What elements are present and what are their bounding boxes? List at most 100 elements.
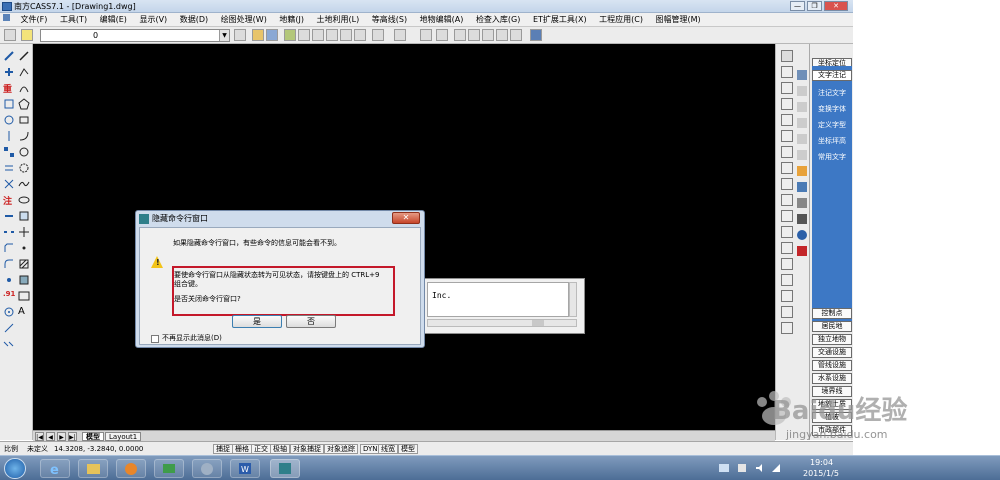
info-icon[interactable] <box>797 230 807 240</box>
clock-date[interactable]: 2015/1/5 <box>803 469 839 478</box>
menu-contour[interactable]: 等高线(S) <box>367 13 412 27</box>
layer-dropdown[interactable]: 0 ▼ <box>40 29 230 42</box>
move-icon[interactable] <box>3 66 15 78</box>
edit-tool-icon[interactable] <box>797 214 807 224</box>
menu-sheet-mgmt[interactable]: 图幅管理(M) <box>651 13 706 27</box>
panel-control-point[interactable]: 控制点 <box>812 308 852 319</box>
panel-residential[interactable]: 居民地 <box>812 321 852 332</box>
arc-select-icon[interactable] <box>781 210 793 222</box>
revcloud-icon[interactable] <box>18 162 30 174</box>
hatch-icon[interactable] <box>18 258 30 270</box>
draw-icon[interactable] <box>454 29 466 41</box>
slash-icon[interactable] <box>781 242 793 254</box>
menu-et-tools[interactable]: ET扩展工具(X) <box>528 13 592 27</box>
panel-independent[interactable]: 独立地物 <box>812 334 852 345</box>
zoom-icon[interactable] <box>797 102 807 112</box>
tray-signal-icon[interactable] <box>770 462 782 474</box>
target-icon[interactable] <box>3 306 15 318</box>
save-icon[interactable] <box>266 29 278 41</box>
toggle-grid[interactable]: 栅格 <box>232 444 252 454</box>
panel-link-annotate-text[interactable]: 注记文字 <box>812 88 852 98</box>
rect-select-icon[interactable] <box>781 258 793 270</box>
arc2-icon[interactable] <box>18 130 30 142</box>
explorer-taskbar-icon[interactable] <box>78 459 108 478</box>
edit-icon[interactable] <box>781 50 793 62</box>
grid-icon[interactable] <box>797 182 807 192</box>
tray-network-icon[interactable] <box>718 462 730 474</box>
wave-tool-icon[interactable] <box>797 198 807 208</box>
zoom3-icon[interactable] <box>797 134 807 144</box>
yes-button[interactable]: 是 <box>232 315 282 328</box>
region-icon[interactable] <box>18 274 30 286</box>
cass-taskbar-icon[interactable] <box>270 459 300 478</box>
snap-icon[interactable] <box>3 50 15 62</box>
measure-line-icon[interactable] <box>3 322 15 334</box>
prev-tab-icon[interactable]: ◀ <box>46 432 55 441</box>
toggle-ortho[interactable]: 正交 <box>251 444 271 454</box>
start-button[interactable] <box>4 458 26 479</box>
zoom2-icon[interactable] <box>797 118 807 128</box>
spline-icon[interactable] <box>18 178 30 190</box>
arc-icon[interactable] <box>18 82 30 94</box>
panel-text-annotation[interactable]: 文字注记 <box>812 70 852 81</box>
toggle-model[interactable]: 模型 <box>398 444 418 454</box>
tray-flag-icon[interactable] <box>736 462 748 474</box>
annotation-text-icon[interactable]: 注 <box>3 194 15 207</box>
no-button[interactable]: 否 <box>286 315 336 328</box>
menu-tools[interactable]: 工具(T) <box>55 13 92 27</box>
fence-icon[interactable] <box>781 226 793 238</box>
layer-prev-icon[interactable] <box>234 29 246 41</box>
design-center-icon[interactable] <box>436 29 448 41</box>
zoom4-icon[interactable] <box>797 150 807 160</box>
menu-engineering[interactable]: 工程应用(C) <box>594 13 648 27</box>
copy-icon[interactable] <box>3 98 15 110</box>
media-taskbar-icon[interactable] <box>116 459 146 478</box>
nine-one-icon[interactable]: .91 <box>3 290 15 302</box>
dim-icon[interactable] <box>781 306 793 318</box>
trim-icon[interactable] <box>3 178 15 190</box>
toggle-otrack[interactable]: 对象追踪 <box>324 444 358 454</box>
panel-link-change-font[interactable]: 变换字体 <box>812 104 852 114</box>
offset-icon[interactable] <box>3 162 15 174</box>
ellipse-icon[interactable] <box>18 194 30 206</box>
menu-land-use[interactable]: 土地利用(L) <box>312 13 365 27</box>
select-icon[interactable] <box>781 178 793 190</box>
ie-taskbar-icon[interactable]: e <box>40 459 70 478</box>
chevron-down-icon[interactable]: ▼ <box>219 30 229 41</box>
close-button[interactable]: ✕ <box>824 1 848 11</box>
zoom-realtime-icon[interactable] <box>312 29 324 41</box>
panel-link-common-text[interactable]: 常用文字 <box>812 152 852 162</box>
zoom-in-icon[interactable] <box>340 29 352 41</box>
redo-icon[interactable] <box>394 29 406 41</box>
zoom-extents-icon[interactable] <box>781 130 793 142</box>
properties-icon[interactable] <box>420 29 432 41</box>
rectangle-icon[interactable] <box>18 114 30 126</box>
menu-draw-process[interactable]: 绘图处理(W) <box>216 13 272 27</box>
pencil-icon[interactable] <box>284 29 296 41</box>
toggle-osnap[interactable]: 对象捕捉 <box>290 444 324 454</box>
pan-right-icon[interactable] <box>781 114 793 126</box>
query-icon[interactable] <box>781 82 793 94</box>
explode-icon[interactable] <box>3 274 15 286</box>
panel-link-coord-elev[interactable]: 坐标坪高 <box>812 136 852 146</box>
break-icon[interactable] <box>3 226 15 238</box>
dialog-close-button[interactable]: ✕ <box>392 212 420 224</box>
block-icon[interactable] <box>18 210 30 222</box>
h-scroll-thumb[interactable] <box>532 320 544 326</box>
undo-icon[interactable] <box>372 29 384 41</box>
toggle-snap[interactable]: 捕捉 <box>213 444 233 454</box>
clock-time[interactable]: 19:04 <box>810 458 833 467</box>
layer-tool-icon[interactable] <box>797 70 807 80</box>
first-tab-icon[interactable]: |◀ <box>35 432 44 441</box>
panel-pipeline[interactable]: 管线设施 <box>812 360 852 371</box>
panel-traffic[interactable]: 交通设施 <box>812 347 852 358</box>
refresh-icon[interactable] <box>781 162 793 174</box>
zoom-window-icon[interactable] <box>326 29 338 41</box>
dont-show-checkbox[interactable] <box>151 335 159 343</box>
menu-cadastre[interactable]: 地籍(J) <box>274 13 309 27</box>
delete-icon[interactable] <box>797 246 807 256</box>
command-h-scrollbar[interactable] <box>427 319 577 327</box>
network-taskbar-icon[interactable] <box>154 459 184 478</box>
table-icon[interactable] <box>18 290 30 302</box>
restore-button[interactable]: ❐ <box>807 1 822 11</box>
